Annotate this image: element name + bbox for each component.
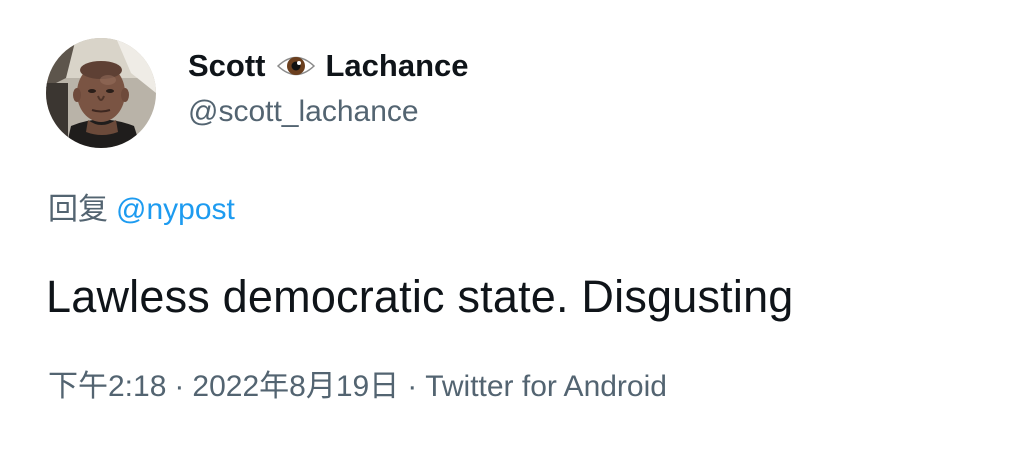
avatar[interactable]	[46, 38, 156, 148]
tweet-meta: 下午2:18 · 2022年8月19日 · Twitter for Android	[48, 367, 667, 407]
tweet-text: Lawless democratic state. Disgusting	[46, 271, 794, 322]
eye-icon	[276, 51, 316, 81]
reply-context: 回复 @nypost	[48, 190, 235, 230]
avatar-photo	[46, 38, 156, 148]
author-block[interactable]: Scott Lachance @scott_lachance	[188, 46, 469, 132]
meta-separator: ·	[407, 370, 418, 403]
tweet-date-link[interactable]: 2022年8月19日	[192, 370, 399, 403]
user-handle[interactable]: @scott_lachance	[188, 92, 469, 132]
reply-mention-link[interactable]: @nypost	[116, 193, 235, 226]
display-name-first: Scott	[188, 48, 266, 83]
display-name[interactable]: Scott Lachance	[188, 46, 469, 86]
display-name-last: Lachance	[325, 48, 469, 83]
tweet-source-link[interactable]: Twitter for Android	[425, 370, 667, 403]
meta-separator: ·	[174, 370, 185, 403]
reply-prefix: 回复	[48, 193, 108, 226]
tweet-time-link[interactable]: 下午2:18	[48, 370, 166, 403]
tweet-card: Scott Lachance @scott_lachance 回复 @nypost…	[0, 0, 1015, 460]
